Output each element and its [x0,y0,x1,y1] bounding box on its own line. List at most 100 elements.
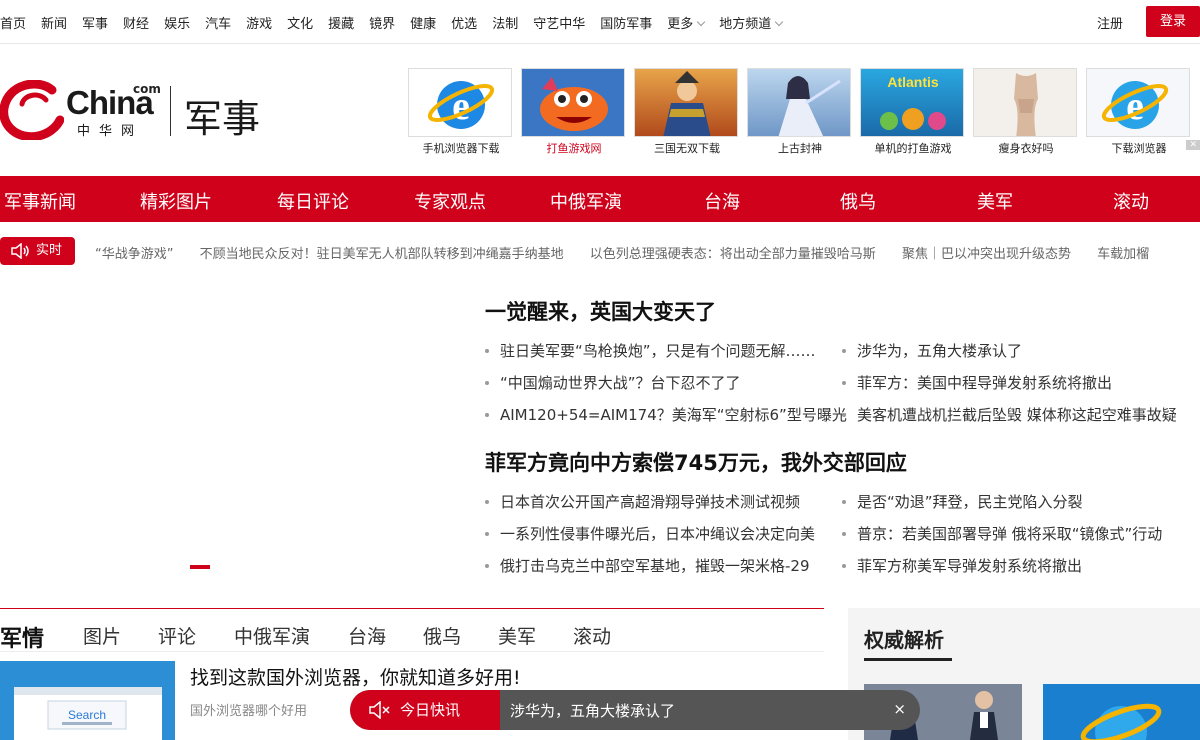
close-icon[interactable]: × [893,700,906,718]
channel-nav-item[interactable]: 俄乌 [840,188,876,214]
ad-close-icon[interactable]: ✕ [1186,140,1200,150]
svg-text:Atlantis: Atlantis [887,74,939,90]
tab-pictures[interactable]: 图片 [83,622,121,649]
top-nav: 首页 新闻 军事 财经 娱乐 汽车 游戏 文化 援藏 镜界 健康 优选 法制 守… [0,0,1200,44]
flash-label-text: 今日快讯 [400,701,461,719]
channel-nav-item[interactable]: 精彩图片 [140,188,212,214]
ad-strip: e 手机浏览器下载 打鱼游戏网 三国无双下载 上古封神 Atlantis 单机的… [408,68,1200,158]
ticker-items: “华战争游戏” 不顾当地民众反对！驻日美军无人机部队转移到冲绳嘉手纳基地 以色列… [95,243,1171,262]
tab-taiwan-strait[interactable]: 台海 [348,622,386,649]
news-item[interactable]: 美客机遭战机拦截后坠毁 媒体称这起空难事故疑 [842,404,1177,425]
ad-item[interactable]: 瘦身衣好吗 [973,68,1079,156]
channel-nav-item[interactable]: 中俄军演 [550,188,622,214]
top-nav-link[interactable]: 健康 [410,13,436,32]
top-nav-link[interactable]: 首页 [0,13,26,32]
local-channel-dropdown[interactable]: 地方频道 [719,13,782,32]
channel-title: 军事 [184,97,261,141]
top-nav-link[interactable]: 国防军事 [600,13,652,32]
news-item[interactable]: 一系列性侵事件曝光后，日本冲绳议会决定向美 [485,523,815,544]
top-nav-link[interactable]: 娱乐 [164,13,190,32]
ad-item[interactable]: e 下载浏览器 [1086,68,1192,156]
channel-nav-item[interactable]: 军事新闻 [4,188,76,214]
news-item[interactable]: 菲军方：美国中程导弹发射系统将撤出 [842,372,1112,393]
ticker-item[interactable]: 不顾当地民众反对！驻日美军无人机部队转移到冲绳嘉手纳基地 [200,247,564,262]
ad-item[interactable]: 上古封神 [747,68,853,156]
news-item[interactable]: 俄打击乌克兰中部空军基地，摧毁一架米格-29 [485,555,810,576]
fantasy-game-icon [747,68,851,137]
flash-news-bar[interactable]: 今日快讯 涉华为，五角大楼承认了 × [350,690,920,730]
ad-caption: 瘦身衣好吗 [998,142,1054,155]
news-item[interactable]: 日本首次公开国产高超滑翔导弹技术测试视频 [485,491,800,512]
channel-nav-item[interactable]: 滚动 [1113,188,1149,214]
ad-caption: 打鱼游戏网 [546,142,602,155]
top-nav-link[interactable]: 军事 [82,13,108,32]
top-nav-link[interactable]: 守艺中华 [533,13,585,32]
channel-nav-item[interactable]: 专家观点 [414,188,486,214]
section-tabs: 军情 图片 评论 中俄军演 台海 俄乌 美军 滚动 [0,608,824,652]
register-link[interactable]: 注册 [1097,13,1123,32]
slider-indicator[interactable] [190,565,210,569]
card-thumbnail: Search [0,661,175,740]
shapewear-icon [973,68,1077,137]
ad-item[interactable]: e 手机浏览器下载 [408,68,514,156]
tab-russia-ukraine[interactable]: 俄乌 [423,622,461,649]
news-item[interactable]: 普京：若美国部署导弹 俄将采取“镜像式”行动 [842,523,1162,544]
logo-divider [170,86,171,136]
more-dropdown[interactable]: 更多 [667,13,704,32]
ticker-item[interactable]: 聚焦｜巴以冲突出现升级态势 [902,247,1071,262]
logo-wordmark: China [66,84,154,121]
channel-nav-item[interactable]: 每日评论 [277,188,349,214]
news-item[interactable]: “中国煽动世界大战”？台下忍不了了 [485,372,741,393]
ad-item[interactable]: 三国无双下载 [634,68,740,156]
browser-e-icon: e [408,68,512,137]
top-nav-link[interactable]: 援藏 [328,13,354,32]
news-item[interactable]: 是否“劝退”拜登，民主党陷入分裂 [842,491,1083,512]
news-item[interactable]: 涉华为，五角大楼承认了 [842,340,1022,361]
news-item[interactable]: AIM120+54=AIM174？美海军“空射标6”型号曝光 [485,404,847,425]
headline[interactable]: 菲军方竟向中方索偿745万元，我外交部回应 [485,447,1200,477]
ticker-item[interactable]: 以色列总理强硬表态：将出动全部力量摧毁哈马斯 [590,247,876,262]
live-badge: 实时 [0,237,75,265]
ad-item[interactable]: Atlantis 单机的打鱼游戏 [860,68,966,156]
news-item[interactable]: 驻日美军要“鸟枪换炮”，只是有个问题无解…… [485,340,816,361]
ad-item[interactable]: 打鱼游戏网 [521,68,627,156]
ad-caption: 上古封神 [778,142,822,155]
top-nav-link[interactable]: 优选 [451,13,477,32]
headline-group: 一觉醒来，英国大变天了 驻日美军要“鸟枪换炮”，只是有个问题无解…… “中国煽动… [485,296,1200,426]
warrior-game-icon [634,68,738,137]
tab-us-military[interactable]: 美军 [498,622,536,649]
news-item[interactable]: 菲军方称美军导弹发射系统将撤出 [842,555,1082,576]
top-nav-link[interactable]: 文化 [287,13,313,32]
ad-caption: 三国无双下载 [654,142,720,155]
flash-text[interactable]: 涉华为，五角大楼承认了 [510,700,675,721]
headline[interactable]: 一觉醒来，英国大变天了 [485,296,1200,326]
channel-nav-item[interactable]: 美军 [977,188,1013,214]
ticker-item[interactable]: 车载加榴 [1097,247,1149,262]
tab-comments[interactable]: 评论 [158,622,196,649]
card-title[interactable]: 找到这款国外浏览器，你就知道多好用! [190,663,521,690]
top-nav-link[interactable]: 新闻 [41,13,67,32]
logo-chinese: 中华网 [77,124,144,139]
site-logo[interactable]: com China 中华网 军事 [0,78,280,144]
panel-title-underline [864,658,952,661]
browser-e-icon[interactable] [1043,684,1200,740]
atlantis-game-icon: Atlantis [860,68,964,137]
top-nav-links: 首页 新闻 军事 财经 娱乐 汽车 游戏 文化 援藏 镜界 健康 优选 法制 守… [0,13,797,32]
top-nav-link[interactable]: 法制 [492,13,518,32]
browser-e-icon: e [1086,68,1190,137]
flash-label: 今日快讯 [350,690,500,730]
tab-junqing[interactable]: 军情 [0,621,44,653]
top-nav-link[interactable]: 游戏 [246,13,272,32]
login-button[interactable]: 登录 [1146,6,1200,37]
top-nav-link[interactable]: 财经 [123,13,149,32]
tab-sino-russian-drill[interactable]: 中俄军演 [234,622,310,649]
tab-rolling[interactable]: 滚动 [573,622,611,649]
card-subtitle: 国外浏览器哪个好用 [190,704,308,719]
live-ticker: 实时 “华战争游戏” 不顾当地民众反对！驻日美军无人机部队转移到冲绳嘉手纳基地 … [0,236,1200,266]
ticker-item[interactable]: “华战争游戏” [95,247,173,262]
top-nav-link[interactable]: 汽车 [205,13,231,32]
top-nav-link[interactable]: 镜界 [369,13,395,32]
ad-caption: 单机的打鱼游戏 [874,142,952,155]
channel-nav-item[interactable]: 台海 [704,188,740,214]
live-badge-label: 实时 [36,243,63,258]
